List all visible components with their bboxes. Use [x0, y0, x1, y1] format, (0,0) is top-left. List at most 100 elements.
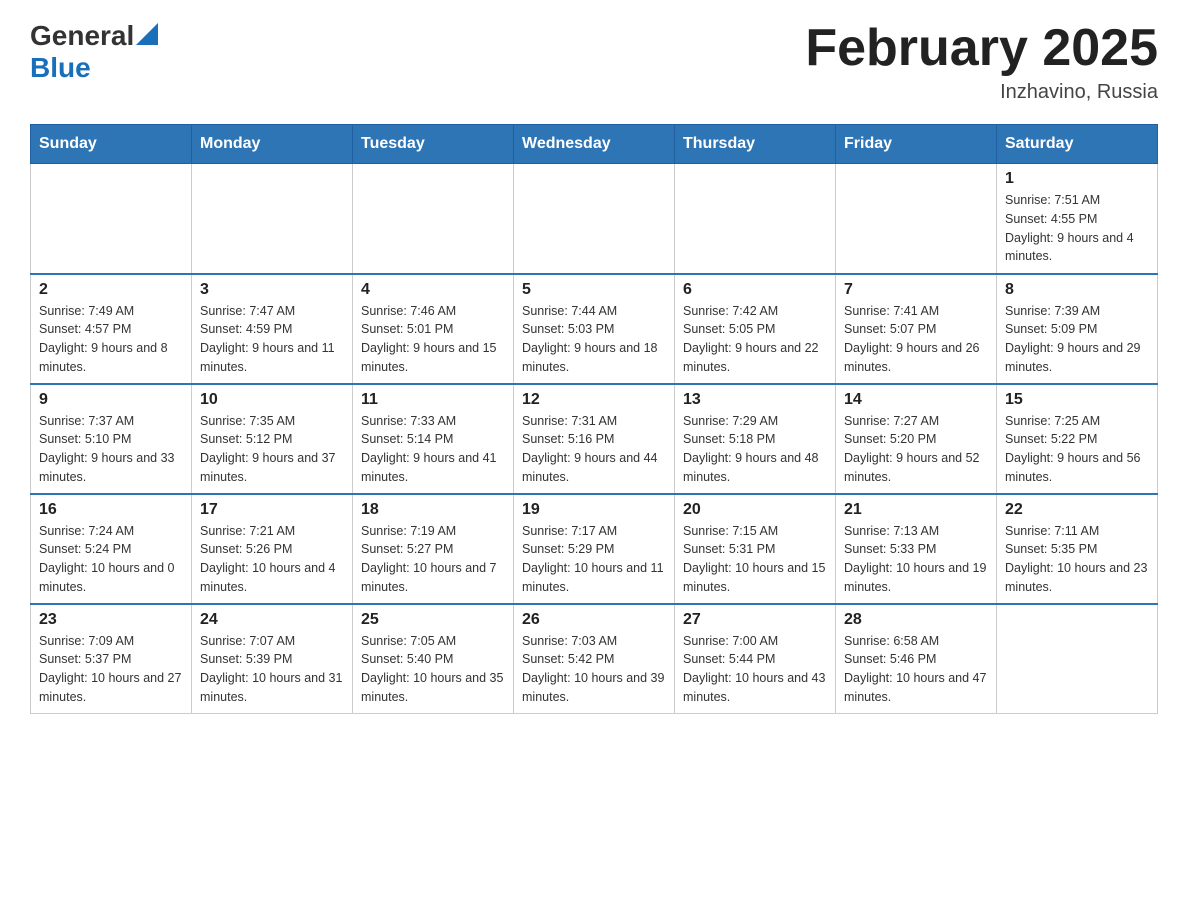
calendar-week-row: 9Sunrise: 7:37 AMSunset: 5:10 PMDaylight…	[31, 384, 1158, 494]
weekday-header-friday: Friday	[836, 125, 997, 164]
day-info: Sunrise: 7:31 AMSunset: 5:16 PMDaylight:…	[522, 412, 666, 487]
location: Inzhavino, Russia	[805, 81, 1158, 104]
day-number: 12	[522, 391, 666, 409]
calendar-cell: 21 Sunrise: 7:13 AMSunset: 5:33 PMDayligh…	[836, 494, 997, 604]
logo-blue: Blue	[30, 52, 91, 83]
day-number: 3	[200, 281, 344, 299]
day-info: Sunrise: 7:05 AMSunset: 5:40 PMDaylight:…	[361, 632, 505, 707]
calendar-cell	[836, 164, 997, 274]
logo-general-text: General	[30, 20, 134, 52]
day-number: 22	[1005, 501, 1149, 519]
weekday-header-row: SundayMondayTuesdayWednesdayThursdayFrid…	[31, 125, 1158, 164]
day-number: 23	[39, 611, 183, 629]
weekday-header-wednesday: Wednesday	[514, 125, 675, 164]
day-info: Sunrise: 7:07 AMSunset: 5:39 PMDaylight:…	[200, 632, 344, 707]
calendar-cell: 18 Sunrise: 7:19 AMSunset: 5:27 PMDayligh…	[353, 494, 514, 604]
logo: General Blue	[30, 20, 158, 84]
day-info: Sunrise: 7:51 AMSunset: 4:55 PMDaylight:…	[1005, 191, 1149, 266]
day-number: 27	[683, 611, 827, 629]
day-info: Sunrise: 7:27 AMSunset: 5:20 PMDaylight:…	[844, 412, 988, 487]
calendar-cell: 3 Sunrise: 7:47 AMSunset: 4:59 PMDaylight…	[192, 274, 353, 384]
calendar-cell: 19 Sunrise: 7:17 AMSunset: 5:29 PMDayligh…	[514, 494, 675, 604]
day-number: 16	[39, 501, 183, 519]
calendar-cell: 4 Sunrise: 7:46 AMSunset: 5:01 PMDaylight…	[353, 274, 514, 384]
day-number: 1	[1005, 170, 1149, 188]
logo-line1: General	[30, 20, 158, 52]
day-number: 5	[522, 281, 666, 299]
calendar-week-row: 23 Sunrise: 7:09 AMSunset: 5:37 PMDayligh…	[31, 604, 1158, 714]
calendar-cell: 22 Sunrise: 7:11 AMSunset: 5:35 PMDayligh…	[997, 494, 1158, 604]
calendar-cell: 5Sunrise: 7:44 AMSunset: 5:03 PMDaylight…	[514, 274, 675, 384]
logo-triangle-icon	[136, 23, 158, 45]
day-info: Sunrise: 7:49 AMSunset: 4:57 PMDaylight:…	[39, 302, 183, 377]
day-number: 17	[200, 501, 344, 519]
calendar-week-row: 1 Sunrise: 7:51 AMSunset: 4:55 PMDaylight…	[31, 164, 1158, 274]
day-number: 15	[1005, 391, 1149, 409]
calendar-cell: 28Sunrise: 6:58 AMSunset: 5:46 PMDayligh…	[836, 604, 997, 714]
day-number: 25	[361, 611, 505, 629]
calendar-cell	[192, 164, 353, 274]
calendar-cell: 13 Sunrise: 7:29 AMSunset: 5:18 PMDayligh…	[675, 384, 836, 494]
page-header: General Blue February 2025 Inzhavino, Ru…	[30, 20, 1158, 104]
calendar-cell: 7Sunrise: 7:41 AMSunset: 5:07 PMDaylight…	[836, 274, 997, 384]
calendar-header: SundayMondayTuesdayWednesdayThursdayFrid…	[31, 125, 1158, 164]
logo-wrapper: General Blue	[30, 20, 158, 84]
calendar-cell: 6 Sunrise: 7:42 AMSunset: 5:05 PMDaylight…	[675, 274, 836, 384]
day-info: Sunrise: 7:09 AMSunset: 5:37 PMDaylight:…	[39, 632, 183, 707]
day-info: Sunrise: 7:19 AMSunset: 5:27 PMDaylight:…	[361, 522, 505, 597]
day-info: Sunrise: 7:24 AMSunset: 5:24 PMDaylight:…	[39, 522, 183, 597]
day-info: Sunrise: 7:13 AMSunset: 5:33 PMDaylight:…	[844, 522, 988, 597]
title-area: February 2025 Inzhavino, Russia	[805, 20, 1158, 104]
calendar-cell	[31, 164, 192, 274]
day-number: 10	[200, 391, 344, 409]
calendar-body: 1 Sunrise: 7:51 AMSunset: 4:55 PMDaylight…	[31, 164, 1158, 714]
calendar-cell: 14Sunrise: 7:27 AMSunset: 5:20 PMDayligh…	[836, 384, 997, 494]
day-info: Sunrise: 7:00 AMSunset: 5:44 PMDaylight:…	[683, 632, 827, 707]
calendar-cell: 16 Sunrise: 7:24 AMSunset: 5:24 PMDayligh…	[31, 494, 192, 604]
day-info: Sunrise: 7:39 AMSunset: 5:09 PMDaylight:…	[1005, 302, 1149, 377]
day-number: 6	[683, 281, 827, 299]
weekday-header-monday: Monday	[192, 125, 353, 164]
day-info: Sunrise: 7:25 AMSunset: 5:22 PMDaylight:…	[1005, 412, 1149, 487]
logo-blue-text: Blue	[30, 52, 158, 84]
day-number: 8	[1005, 281, 1149, 299]
day-number: 19	[522, 501, 666, 519]
calendar-cell: 10 Sunrise: 7:35 AMSunset: 5:12 PMDayligh…	[192, 384, 353, 494]
day-number: 13	[683, 391, 827, 409]
calendar-cell: 9Sunrise: 7:37 AMSunset: 5:10 PMDaylight…	[31, 384, 192, 494]
day-info: Sunrise: 7:46 AMSunset: 5:01 PMDaylight:…	[361, 302, 505, 377]
day-info: Sunrise: 7:17 AMSunset: 5:29 PMDaylight:…	[522, 522, 666, 597]
day-info: Sunrise: 7:35 AMSunset: 5:12 PMDaylight:…	[200, 412, 344, 487]
calendar-cell: 23 Sunrise: 7:09 AMSunset: 5:37 PMDayligh…	[31, 604, 192, 714]
day-number: 26	[522, 611, 666, 629]
day-number: 2	[39, 281, 183, 299]
calendar-cell: 2 Sunrise: 7:49 AMSunset: 4:57 PMDaylight…	[31, 274, 192, 384]
calendar-table: SundayMondayTuesdayWednesdayThursdayFrid…	[30, 124, 1158, 714]
calendar-cell: 25 Sunrise: 7:05 AMSunset: 5:40 PMDayligh…	[353, 604, 514, 714]
calendar-cell: 11Sunrise: 7:33 AMSunset: 5:14 PMDayligh…	[353, 384, 514, 494]
day-info: Sunrise: 7:42 AMSunset: 5:05 PMDaylight:…	[683, 302, 827, 377]
day-number: 18	[361, 501, 505, 519]
weekday-header-thursday: Thursday	[675, 125, 836, 164]
day-info: Sunrise: 7:11 AMSunset: 5:35 PMDaylight:…	[1005, 522, 1149, 597]
day-info: Sunrise: 7:41 AMSunset: 5:07 PMDaylight:…	[844, 302, 988, 377]
weekday-header-tuesday: Tuesday	[353, 125, 514, 164]
day-info: Sunrise: 7:33 AMSunset: 5:14 PMDaylight:…	[361, 412, 505, 487]
day-number: 28	[844, 611, 988, 629]
calendar-cell	[675, 164, 836, 274]
day-info: Sunrise: 7:15 AMSunset: 5:31 PMDaylight:…	[683, 522, 827, 597]
day-number: 21	[844, 501, 988, 519]
day-info: Sunrise: 7:29 AMSunset: 5:18 PMDaylight:…	[683, 412, 827, 487]
calendar-cell: 1 Sunrise: 7:51 AMSunset: 4:55 PMDaylight…	[997, 164, 1158, 274]
calendar-cell: 24Sunrise: 7:07 AMSunset: 5:39 PMDayligh…	[192, 604, 353, 714]
day-info: Sunrise: 7:21 AMSunset: 5:26 PMDaylight:…	[200, 522, 344, 597]
calendar-cell: 12 Sunrise: 7:31 AMSunset: 5:16 PMDayligh…	[514, 384, 675, 494]
day-info: Sunrise: 7:47 AMSunset: 4:59 PMDaylight:…	[200, 302, 344, 377]
day-number: 4	[361, 281, 505, 299]
day-info: Sunrise: 7:37 AMSunset: 5:10 PMDaylight:…	[39, 412, 183, 487]
calendar-cell: 27 Sunrise: 7:00 AMSunset: 5:44 PMDayligh…	[675, 604, 836, 714]
calendar-week-row: 16 Sunrise: 7:24 AMSunset: 5:24 PMDayligh…	[31, 494, 1158, 604]
day-info: Sunrise: 7:03 AMSunset: 5:42 PMDaylight:…	[522, 632, 666, 707]
weekday-header-sunday: Sunday	[31, 125, 192, 164]
calendar-cell: 17 Sunrise: 7:21 AMSunset: 5:26 PMDayligh…	[192, 494, 353, 604]
